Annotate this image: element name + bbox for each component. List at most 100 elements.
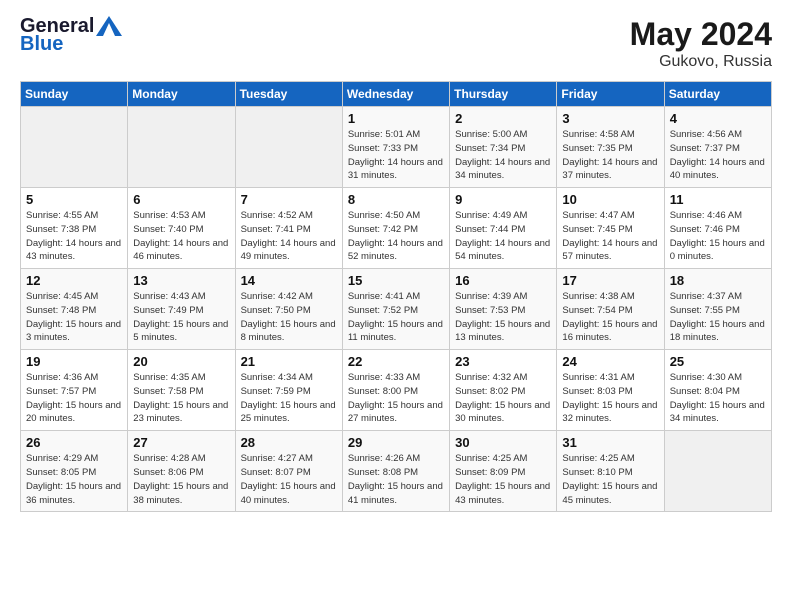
day-number: 7 [241,192,337,207]
weekday-header-sunday: Sunday [21,82,128,107]
day-number: 15 [348,273,444,288]
day-info: Sunrise: 4:56 AM Sunset: 7:37 PM Dayligh… [670,128,766,183]
day-info: Sunrise: 4:26 AM Sunset: 8:08 PM Dayligh… [348,452,444,507]
day-info: Sunrise: 4:25 AM Sunset: 8:10 PM Dayligh… [562,452,658,507]
day-info: Sunrise: 4:55 AM Sunset: 7:38 PM Dayligh… [26,209,122,264]
day-info: Sunrise: 4:41 AM Sunset: 7:52 PM Dayligh… [348,290,444,345]
day-number: 30 [455,435,551,450]
calendar-cell: 20Sunrise: 4:35 AM Sunset: 7:58 PM Dayli… [128,350,235,431]
day-info: Sunrise: 4:33 AM Sunset: 8:00 PM Dayligh… [348,371,444,426]
weekday-header-wednesday: Wednesday [342,82,449,107]
calendar-week-4: 19 Sunrise: 4:36 AM Sunset: 7:57 PM Dayli… [21,350,772,431]
day-number: 8 [348,192,444,207]
day-number: 10 [562,192,658,207]
day-info: Sunrise: 5:01 AM Sunset: 7:33 PM Dayligh… [348,128,444,183]
calendar-cell [128,107,235,188]
calendar-cell: 24Sunrise: 4:31 AM Sunset: 8:03 PM Dayli… [557,350,664,431]
day-info: Sunrise: 4:32 AM Sunset: 8:02 PM Dayligh… [455,371,551,426]
logo-wrapper: General Blue [20,16,122,54]
calendar-cell: 17Sunrise: 4:38 AM Sunset: 7:54 PM Dayli… [557,269,664,350]
weekday-header-monday: Monday [128,82,235,107]
calendar-cell: 22 Sunrise: 4:33 AM Sunset: 8:00 PM Dayli… [342,350,449,431]
day-number: 28 [241,435,337,450]
day-number: 16 [455,273,551,288]
day-info: Sunrise: 4:58 AM Sunset: 7:35 PM Dayligh… [562,128,658,183]
calendar-cell: 9Sunrise: 4:49 AM Sunset: 7:44 PM Daylig… [450,188,557,269]
day-info: Sunrise: 4:45 AM Sunset: 7:48 PM Dayligh… [26,290,122,345]
calendar-cell: 29Sunrise: 4:26 AM Sunset: 8:08 PM Dayli… [342,431,449,512]
day-number: 4 [670,111,766,126]
day-info: Sunrise: 4:35 AM Sunset: 7:58 PM Dayligh… [133,371,229,426]
logo-arrow-icon [96,16,122,36]
day-info: Sunrise: 4:27 AM Sunset: 8:07 PM Dayligh… [241,452,337,507]
calendar-cell: 15 Sunrise: 4:41 AM Sunset: 7:52 PM Dayli… [342,269,449,350]
day-info: Sunrise: 4:43 AM Sunset: 7:49 PM Dayligh… [133,290,229,345]
calendar-header-row: SundayMondayTuesdayWednesdayThursdayFrid… [21,82,772,107]
calendar-table: SundayMondayTuesdayWednesdayThursdayFrid… [20,81,772,512]
calendar-cell: 1 Sunrise: 5:01 AM Sunset: 7:33 PM Daylig… [342,107,449,188]
weekday-header-thursday: Thursday [450,82,557,107]
day-info: Sunrise: 4:47 AM Sunset: 7:45 PM Dayligh… [562,209,658,264]
day-number: 31 [562,435,658,450]
day-number: 6 [133,192,229,207]
location: Gukovo, Russia [630,53,772,71]
day-number: 11 [670,192,766,207]
day-number: 23 [455,354,551,369]
day-number: 24 [562,354,658,369]
day-number: 19 [26,354,122,369]
day-info: Sunrise: 4:34 AM Sunset: 7:59 PM Dayligh… [241,371,337,426]
calendar-cell: 27 Sunrise: 4:28 AM Sunset: 8:06 PM Dayli… [128,431,235,512]
calendar-cell: 6Sunrise: 4:53 AM Sunset: 7:40 PM Daylig… [128,188,235,269]
day-info: Sunrise: 4:28 AM Sunset: 8:06 PM Dayligh… [133,452,229,507]
calendar-cell: 16 Sunrise: 4:39 AM Sunset: 7:53 PM Dayli… [450,269,557,350]
day-info: Sunrise: 4:37 AM Sunset: 7:55 PM Dayligh… [670,290,766,345]
calendar-cell: 5 Sunrise: 4:55 AM Sunset: 7:38 PM Daylig… [21,188,128,269]
calendar-cell: 28 Sunrise: 4:27 AM Sunset: 8:07 PM Dayli… [235,431,342,512]
calendar-cell [664,431,771,512]
day-number: 2 [455,111,551,126]
weekday-header-friday: Friday [557,82,664,107]
day-number: 14 [241,273,337,288]
calendar-cell [21,107,128,188]
day-number: 21 [241,354,337,369]
day-info: Sunrise: 5:00 AM Sunset: 7:34 PM Dayligh… [455,128,551,183]
logo: General Blue [20,16,122,54]
calendar-cell: 23 Sunrise: 4:32 AM Sunset: 8:02 PM Dayli… [450,350,557,431]
day-number: 22 [348,354,444,369]
weekday-header-saturday: Saturday [664,82,771,107]
day-number: 27 [133,435,229,450]
day-info: Sunrise: 4:42 AM Sunset: 7:50 PM Dayligh… [241,290,337,345]
calendar-cell: 30Sunrise: 4:25 AM Sunset: 8:09 PM Dayli… [450,431,557,512]
day-info: Sunrise: 4:30 AM Sunset: 8:04 PM Dayligh… [670,371,766,426]
day-info: Sunrise: 4:49 AM Sunset: 7:44 PM Dayligh… [455,209,551,264]
day-info: Sunrise: 4:38 AM Sunset: 7:54 PM Dayligh… [562,290,658,345]
day-info: Sunrise: 4:50 AM Sunset: 7:42 PM Dayligh… [348,209,444,264]
calendar-cell: 31 Sunrise: 4:25 AM Sunset: 8:10 PM Dayli… [557,431,664,512]
calendar-cell: 11Sunrise: 4:46 AM Sunset: 7:46 PM Dayli… [664,188,771,269]
title-block: May 2024 Gukovo, Russia [630,16,772,71]
calendar-cell: 13 Sunrise: 4:43 AM Sunset: 7:49 PM Dayli… [128,269,235,350]
day-number: 1 [348,111,444,126]
calendar-cell: 7 Sunrise: 4:52 AM Sunset: 7:41 PM Daylig… [235,188,342,269]
logo-blue-text: Blue [20,34,122,54]
day-number: 5 [26,192,122,207]
day-info: Sunrise: 4:52 AM Sunset: 7:41 PM Dayligh… [241,209,337,264]
calendar-cell: 8 Sunrise: 4:50 AM Sunset: 7:42 PM Daylig… [342,188,449,269]
day-number: 3 [562,111,658,126]
calendar-week-3: 12Sunrise: 4:45 AM Sunset: 7:48 PM Dayli… [21,269,772,350]
calendar-cell [235,107,342,188]
day-info: Sunrise: 4:36 AM Sunset: 7:57 PM Dayligh… [26,371,122,426]
calendar-cell: 4 Sunrise: 4:56 AM Sunset: 7:37 PM Daylig… [664,107,771,188]
day-number: 13 [133,273,229,288]
calendar-cell: 12Sunrise: 4:45 AM Sunset: 7:48 PM Dayli… [21,269,128,350]
calendar-week-1: 1 Sunrise: 5:01 AM Sunset: 7:33 PM Daylig… [21,107,772,188]
calendar-cell: 25Sunrise: 4:30 AM Sunset: 8:04 PM Dayli… [664,350,771,431]
month-title: May 2024 [630,16,772,53]
calendar-cell: 26Sunrise: 4:29 AM Sunset: 8:05 PM Dayli… [21,431,128,512]
calendar-week-2: 5 Sunrise: 4:55 AM Sunset: 7:38 PM Daylig… [21,188,772,269]
calendar-week-5: 26Sunrise: 4:29 AM Sunset: 8:05 PM Dayli… [21,431,772,512]
calendar-cell: 18 Sunrise: 4:37 AM Sunset: 7:55 PM Dayli… [664,269,771,350]
day-number: 18 [670,273,766,288]
day-info: Sunrise: 4:39 AM Sunset: 7:53 PM Dayligh… [455,290,551,345]
calendar-cell: 2 Sunrise: 5:00 AM Sunset: 7:34 PM Daylig… [450,107,557,188]
